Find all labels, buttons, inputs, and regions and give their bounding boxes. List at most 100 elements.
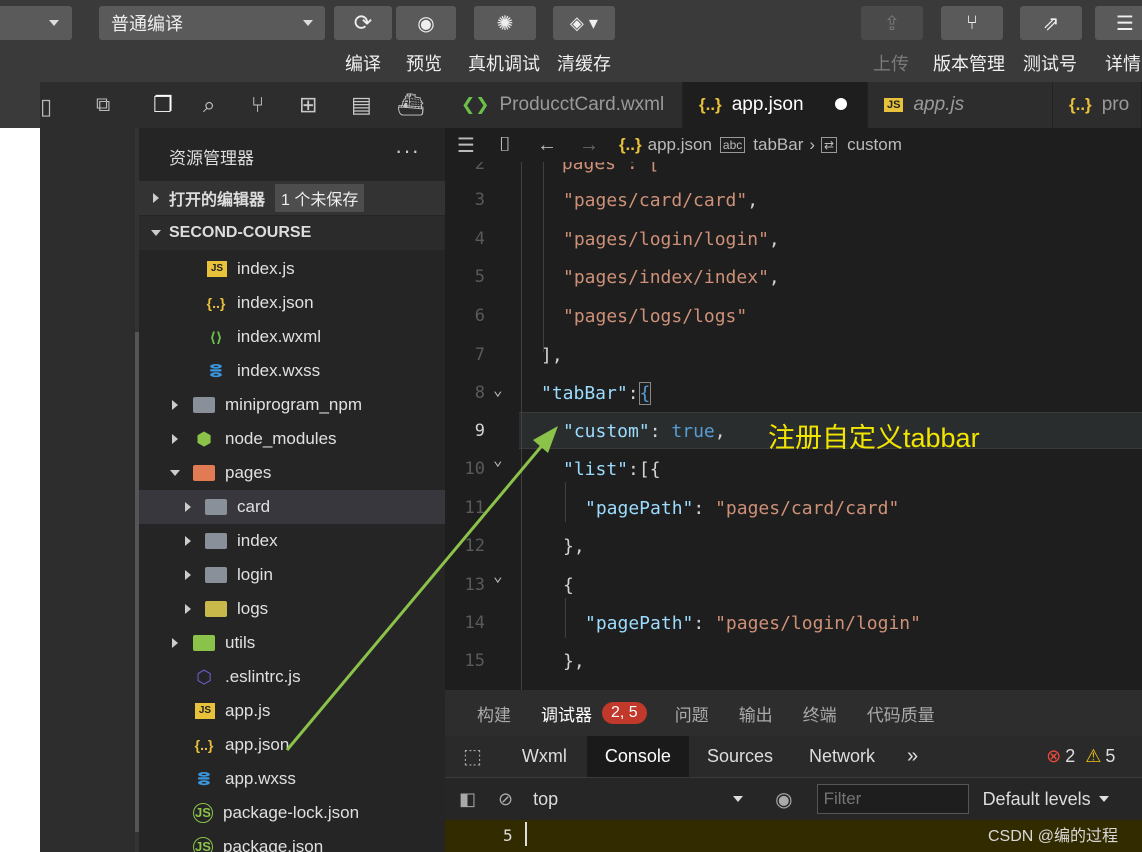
tree-item-label: node_modules: [225, 429, 337, 448]
chevron-right-icon: [185, 502, 191, 512]
line-number: 8: [474, 383, 485, 403]
breadcrumb-segment[interactable]: custom: [847, 135, 902, 155]
tree-item-miniprogram-npm[interactable]: miniprogram_npm: [139, 388, 445, 422]
more-actions-button[interactable]: ···: [395, 138, 420, 164]
docker-icon[interactable]: ⛴: [397, 92, 425, 118]
phone-icon[interactable]: ▯: [40, 94, 52, 120]
tree-item-node-modules[interactable]: ⬢ node_modules: [139, 422, 445, 456]
tab-code-quality[interactable]: 代码质量: [867, 701, 935, 726]
property-icon: abc: [719, 137, 746, 153]
chevron-right-icon: ›: [809, 135, 816, 154]
warning-count[interactable]: 5: [1105, 746, 1115, 767]
search-icon[interactable]: ⌕: [203, 92, 215, 118]
tree-item-utils[interactable]: utils: [139, 626, 445, 660]
tree-item-label: index: [237, 531, 278, 550]
version-control-button[interactable]: ⑂: [941, 6, 1003, 40]
forward-arrow-icon[interactable]: →: [579, 134, 599, 157]
watermark: CSDN @编的过程: [988, 828, 1119, 845]
log-levels-select[interactable]: Default levels: [983, 789, 1091, 810]
tree-item-index[interactable]: index: [139, 524, 445, 558]
tree-item-app-json[interactable]: {..} app.json: [139, 728, 445, 762]
code-line: ],: [541, 345, 563, 366]
breadcrumb-file[interactable]: app.json: [648, 135, 712, 155]
line-number: 2: [474, 162, 485, 174]
upload-label: 上传: [873, 54, 909, 74]
context-select[interactable]: top: [533, 789, 744, 810]
tab-console[interactable]: Console: [586, 736, 689, 777]
chevron-down-icon: [303, 20, 313, 26]
wxss-file-icon: ⴻ: [196, 768, 212, 789]
open-editors-section[interactable]: 打开的编辑器 1 个未保存: [139, 181, 445, 215]
tree-item-card[interactable]: card: [139, 490, 445, 524]
tree-item-package-lock-json[interactable]: JS package-lock.json: [139, 796, 445, 830]
tab-pro[interactable]: {..} pro: [1053, 82, 1142, 128]
extensions-icon[interactable]: ⊞: [299, 92, 317, 118]
editor-tab-bar: ❐ ⌕ ⑂ ⊞ ▤ ⛴ ❮❯ ProducctCard.wxml {..} ap…: [139, 82, 1142, 128]
sidebar-toggle-icon[interactable]: ◧: [459, 789, 476, 810]
simulator-dropdown[interactable]: [0, 6, 72, 40]
line-number: 3: [474, 190, 485, 210]
bookmark-icon[interactable]: ⌷: [499, 134, 511, 157]
window-icon[interactable]: ⧉: [96, 94, 110, 117]
tree-item-label: package.json: [223, 837, 324, 852]
compile-mode-select[interactable]: 普通编译: [99, 6, 325, 40]
tab-label: pro: [1101, 94, 1130, 115]
breadcrumb-segment[interactable]: tabBar: [753, 135, 803, 155]
console-filter-input[interactable]: [816, 784, 969, 814]
devtools-tab-bar: ⬚ Wxml Console Sources Network » ⊗ 2 ⚠ 5: [445, 736, 1142, 778]
tree-item-eslintrc[interactable]: ⬡ .eslintrc.js: [139, 660, 445, 694]
unsaved-dot-icon[interactable]: [835, 98, 847, 110]
tab-build[interactable]: 构建: [477, 701, 511, 726]
details-button[interactable]: ☰: [1095, 6, 1142, 40]
upload-button[interactable]: ⇪: [861, 6, 923, 40]
tree-item-index-wxml[interactable]: ⟨⟩ index.wxml: [139, 320, 445, 354]
inspect-element-icon[interactable]: ⬚: [463, 744, 482, 769]
tree-item-index-js[interactable]: JS index.js: [139, 252, 445, 286]
eye-icon[interactable]: ◉: [775, 787, 792, 812]
tree-item-login[interactable]: login: [139, 558, 445, 592]
code-line: "pages/index/index",: [563, 267, 780, 288]
compile-button[interactable]: ⟳: [334, 6, 392, 40]
tab-debugger[interactable]: 调试器: [541, 701, 592, 726]
tree-item-index-wxss[interactable]: ⴻ index.wxss: [139, 354, 445, 388]
tree-item-logs[interactable]: logs: [139, 592, 445, 626]
tab-app-js[interactable]: JS app.js: [868, 82, 1053, 128]
tab-terminal[interactable]: 终端: [803, 701, 837, 726]
tab-network[interactable]: Network: [809, 746, 875, 767]
editor-breadcrumb: ☰ ⌷ ← → {..} app.json abc tabBar › ⇄ cus…: [445, 128, 1142, 162]
storage-icon[interactable]: ▤: [351, 92, 372, 118]
real-device-debug-button[interactable]: ✺: [474, 6, 536, 40]
property-icon: ⇄: [821, 137, 838, 153]
files-icon[interactable]: ❐: [153, 92, 173, 118]
tab-producctcard-wxml[interactable]: ❮❯ ProducctCard.wxml: [445, 82, 683, 128]
test-account-button[interactable]: ⇗: [1020, 6, 1082, 40]
preview-button[interactable]: ◉: [396, 6, 456, 40]
tree-item-package-json[interactable]: JS package.json: [139, 830, 445, 852]
error-count[interactable]: 2: [1065, 746, 1075, 767]
back-arrow-icon[interactable]: ←: [537, 134, 557, 157]
project-section[interactable]: SECOND-COURSE: [139, 216, 445, 250]
json-icon: {..}: [699, 95, 722, 114]
tree-item-pages[interactable]: pages: [139, 456, 445, 490]
folder-icon: [205, 533, 227, 549]
tab-app-json[interactable]: {..} app.json: [683, 82, 868, 128]
tree-item-label: .eslintrc.js: [225, 667, 301, 686]
top-toolbar: 普通编译 ⟳ ◉ ✺ ◈ ▾ ⇪ ⑂ ⇗ ☰ 编译 预览 真机调试 清缓存 上传…: [0, 0, 1142, 82]
tree-item-index-json[interactable]: {..} index.json: [139, 286, 445, 320]
tab-sources[interactable]: Sources: [707, 746, 773, 767]
tree-item-app-wxss[interactable]: ⴻ app.wxss: [139, 762, 445, 796]
tree-item-label: pages: [225, 463, 272, 482]
clear-console-icon[interactable]: ⊘: [498, 789, 513, 810]
code-line: },: [563, 651, 585, 672]
tab-problems[interactable]: 问题: [675, 701, 709, 726]
json-file-icon: {..}: [194, 737, 214, 753]
tab-output[interactable]: 输出: [739, 701, 773, 726]
more-tabs-button[interactable]: »: [907, 745, 918, 768]
source-control-icon[interactable]: ⑂: [251, 92, 264, 118]
line-number: 4: [474, 229, 485, 249]
clear-cache-button[interactable]: ◈ ▾: [553, 6, 615, 40]
tab-wxml[interactable]: Wxml: [522, 746, 567, 767]
chevron-down-icon: [1098, 796, 1109, 802]
tree-item-app-js[interactable]: JS app.js: [139, 694, 445, 728]
list-icon[interactable]: ☰: [457, 133, 475, 158]
